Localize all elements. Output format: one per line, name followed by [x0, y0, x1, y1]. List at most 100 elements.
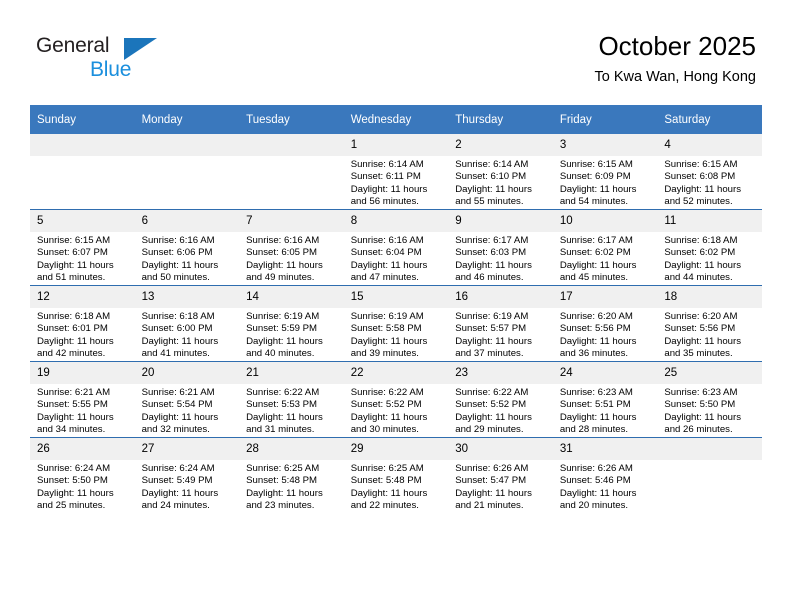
calendar-cell-day-17[interactable]: 17 Sunrise: 6:20 AM Sunset: 5:56 PM Dayligh…	[552, 285, 658, 362]
calendar-cell-day-28[interactable]: 28 Sunrise: 6:25 AM Sunset: 5:48 PM Dayligh…	[239, 437, 344, 513]
calendar-cell-day-26[interactable]: 26 Sunrise: 6:24 AM Sunset: 5:50 PM Dayligh…	[30, 437, 135, 513]
calendar-header-row: Sunday Monday Tuesday Wednesday Thursday Frid…	[30, 105, 762, 134]
page-subtitle: To Kwa Wan, Hong Kong	[594, 69, 756, 85]
day-details: Sunrise: 6:24 AM Sunset: 5:50 PM Daylight:…	[30, 460, 135, 513]
day-number: 22	[343, 362, 449, 384]
calendar-cell-day-16[interactable]: 16 Sunrise: 6:19 AM Sunset: 5:57 PM Dayligh…	[448, 285, 553, 362]
calendar-cell-day-18[interactable]: 18 Sunrise: 6:20 AM Sunset: 5:56 PM Dayligh…	[657, 285, 762, 362]
calendar-cell-day-13[interactable]: 13 Sunrise: 6:18 AM Sunset: 6:00 PM Dayligh…	[134, 285, 240, 362]
daylight-text-line1: Daylight: 11 hours	[559, 487, 637, 499]
day-details: Sunrise: 6:22 AM Sunset: 5:52 PM Daylight:…	[344, 384, 449, 437]
sunset-text: Sunset: 5:47 PM	[455, 475, 527, 487]
daylight-text-line1: Daylight: 11 hours	[37, 487, 114, 499]
day-details: Sunrise: 6:18 AM Sunset: 6:01 PM Daylight:…	[30, 308, 135, 361]
day-number: 20	[134, 362, 240, 384]
generalblue-logo[interactable]: General Blue	[36, 34, 161, 84]
day-number: 21	[239, 362, 344, 384]
calendar-cell-day-1[interactable]: 1 Sunrise: 6:14 AM Sunset: 6:11 PM Daylight…	[343, 134, 449, 210]
calendar-cell-day-15[interactable]: 15 Sunrise: 6:19 AM Sunset: 5:58 PM Dayligh…	[343, 285, 449, 362]
calendar-cell-day-2[interactable]: 2 Sunrise: 6:14 AM Sunset: 6:10 PM Daylight…	[448, 134, 553, 210]
sunrise-text: Sunrise: 6:22 AM	[246, 387, 320, 398]
calendar-cell-day-23[interactable]: 23 Sunrise: 6:22 AM Sunset: 5:52 PM Dayligh…	[448, 361, 553, 438]
sunrise-text: Sunrise: 6:15 AM	[37, 235, 111, 246]
day-number: 2	[448, 134, 553, 156]
calendar-cell-day-8[interactable]: 8 Sunrise: 6:16 AM Sunset: 6:04 PM Daylight…	[343, 209, 449, 286]
calendar-cell-day-6[interactable]: 6 Sunrise: 6:16 AM Sunset: 6:06 PM Daylight…	[134, 209, 240, 286]
sunset-text: Sunset: 6:02 PM	[559, 247, 631, 259]
daylight-text-line2: and 40 minutes.	[246, 348, 315, 360]
page-title: October 2025	[598, 31, 756, 61]
calendar-cell-day-29[interactable]: 29 Sunrise: 6:25 AM Sunset: 5:48 PM Dayligh…	[343, 437, 449, 513]
calendar-cell-day-31[interactable]: 31 Sunrise: 6:26 AM Sunset: 5:46 PM Dayligh…	[552, 437, 658, 513]
calendar-cell-day-25[interactable]: 25 Sunrise: 6:23 AM Sunset: 5:50 PM Dayligh…	[657, 361, 762, 438]
sunset-text: Sunset: 5:52 PM	[455, 399, 527, 411]
day-number: 10	[552, 210, 658, 232]
day-details: Sunrise: 6:17 AM Sunset: 6:02 PM Daylight:…	[553, 232, 658, 285]
sunset-text: Sunset: 6:05 PM	[246, 247, 318, 259]
calendar-cell-day-3[interactable]: 3 Sunrise: 6:15 AM Sunset: 6:09 PM Daylight…	[552, 134, 658, 210]
calendar-week-row: 26 Sunrise: 6:24 AM Sunset: 5:50 PM Dayligh…	[30, 437, 762, 513]
sunrise-text: Sunrise: 6:16 AM	[350, 235, 424, 246]
sunset-text: Sunset: 5:46 PM	[559, 475, 631, 487]
sunset-text: Sunset: 5:58 PM	[350, 323, 422, 335]
calendar-cell-day-4[interactable]: 4 Sunrise: 6:15 AM Sunset: 6:08 PM Daylight…	[657, 134, 762, 210]
sunset-text: Sunset: 5:48 PM	[350, 475, 422, 487]
day-details: Sunrise: 6:19 AM Sunset: 5:59 PM Daylight:…	[239, 308, 344, 361]
calendar-week-row: 19 Sunrise: 6:21 AM Sunset: 5:55 PM Dayligh…	[30, 361, 762, 438]
calendar-cell-day-20[interactable]: 20 Sunrise: 6:21 AM Sunset: 5:54 PM Dayligh…	[134, 361, 240, 438]
day-number: 28	[239, 438, 344, 460]
calendar-cell-day-7[interactable]: 7 Sunrise: 6:16 AM Sunset: 6:05 PM Daylight…	[239, 209, 344, 286]
day-number: 12	[30, 286, 135, 308]
daylight-text-line2: and 28 minutes.	[559, 424, 629, 436]
sunrise-text: Sunrise: 6:20 AM	[559, 311, 633, 322]
sunset-text: Sunset: 5:48 PM	[246, 475, 318, 487]
calendar-cell-day-14[interactable]: 14 Sunrise: 6:19 AM Sunset: 5:59 PM Dayligh…	[239, 285, 344, 362]
day-details: Sunrise: 6:26 AM Sunset: 5:46 PM Daylight:…	[553, 460, 658, 513]
daylight-text-line2: and 31 minutes.	[246, 424, 315, 436]
day-number: 18	[657, 286, 762, 308]
calendar-cell-day-11[interactable]: 11 Sunrise: 6:18 AM Sunset: 6:02 PM Dayligh…	[657, 209, 762, 286]
sunrise-text: Sunrise: 6:22 AM	[350, 387, 424, 398]
sunrise-text: Sunrise: 6:25 AM	[246, 463, 320, 474]
daylight-text-line1: Daylight: 11 hours	[37, 411, 114, 423]
weekday-headers: Sunday Monday Tuesday Wednesday Thursday Frid…	[30, 105, 762, 134]
calendar-cell-day-27[interactable]: 27 Sunrise: 6:24 AM Sunset: 5:49 PM Dayligh…	[134, 437, 240, 513]
sunrise-text: Sunrise: 6:17 AM	[559, 235, 633, 246]
daylight-text-line2: and 29 minutes.	[455, 424, 524, 436]
sunrise-text: Sunrise: 6:24 AM	[37, 463, 111, 474]
day-number: 24	[552, 362, 658, 384]
sunrise-text: Sunrise: 6:26 AM	[559, 463, 633, 474]
calendar-cell-day-19[interactable]: 19 Sunrise: 6:21 AM Sunset: 5:55 PM Dayligh…	[30, 361, 135, 438]
sunrise-text: Sunrise: 6:21 AM	[37, 387, 111, 398]
daylight-text-line2: and 21 minutes.	[455, 500, 524, 512]
day-number: 26	[30, 438, 135, 460]
calendar-cell-day-10[interactable]: 10 Sunrise: 6:17 AM Sunset: 6:02 PM Dayligh…	[552, 209, 658, 286]
day-details: Sunrise: 6:23 AM Sunset: 5:51 PM Daylight:…	[553, 384, 658, 437]
sunset-text: Sunset: 6:11 PM	[350, 171, 421, 183]
logo-text-general: General	[36, 34, 110, 57]
calendar-cell-day-22[interactable]: 22 Sunrise: 6:22 AM Sunset: 5:52 PM Dayligh…	[343, 361, 449, 438]
day-details: Sunrise: 6:16 AM Sunset: 6:04 PM Daylight:…	[344, 232, 449, 285]
day-number: 27	[134, 438, 240, 460]
sunrise-text: Sunrise: 6:19 AM	[246, 311, 320, 322]
calendar-cell-day-5[interactable]: 5 Sunrise: 6:15 AM Sunset: 6:07 PM Daylight…	[30, 209, 135, 286]
calendar-cell-day-21[interactable]: 21 Sunrise: 6:22 AM Sunset: 5:53 PM Dayligh…	[239, 361, 344, 438]
day-details: Sunrise: 6:14 AM Sunset: 6:10 PM Daylight:…	[448, 156, 553, 209]
daylight-text-line1: Daylight: 11 hours	[246, 411, 323, 423]
daylight-text-line2: and 20 minutes.	[559, 500, 629, 512]
calendar-cell-day-9[interactable]: 9 Sunrise: 6:17 AM Sunset: 6:03 PM Daylight…	[448, 209, 553, 286]
calendar-cell-day-24[interactable]: 24 Sunrise: 6:23 AM Sunset: 5:51 PM Dayligh…	[552, 361, 658, 438]
calendar-cell-day-30[interactable]: 30 Sunrise: 6:26 AM Sunset: 5:47 PM Dayligh…	[448, 437, 553, 513]
calendar-cell-day-12[interactable]: 12 Sunrise: 6:18 AM Sunset: 6:01 PM Dayligh…	[30, 285, 135, 362]
day-number: 1	[343, 134, 449, 156]
daylight-text-line1: Daylight: 11 hours	[559, 335, 637, 347]
daylight-text-line2: and 36 minutes.	[559, 348, 629, 360]
logo-triangle-icon	[124, 38, 157, 60]
day-number: 19	[30, 362, 135, 384]
daylight-text-line2: and 25 minutes.	[37, 500, 106, 512]
calendar-cell-empty	[239, 134, 344, 210]
day-details: Sunrise: 6:15 AM Sunset: 6:08 PM Daylight:…	[657, 156, 762, 209]
sunset-text: Sunset: 5:50 PM	[664, 399, 736, 411]
sunrise-text: Sunrise: 6:14 AM	[455, 159, 529, 170]
daylight-text-line2: and 56 minutes.	[350, 196, 419, 208]
